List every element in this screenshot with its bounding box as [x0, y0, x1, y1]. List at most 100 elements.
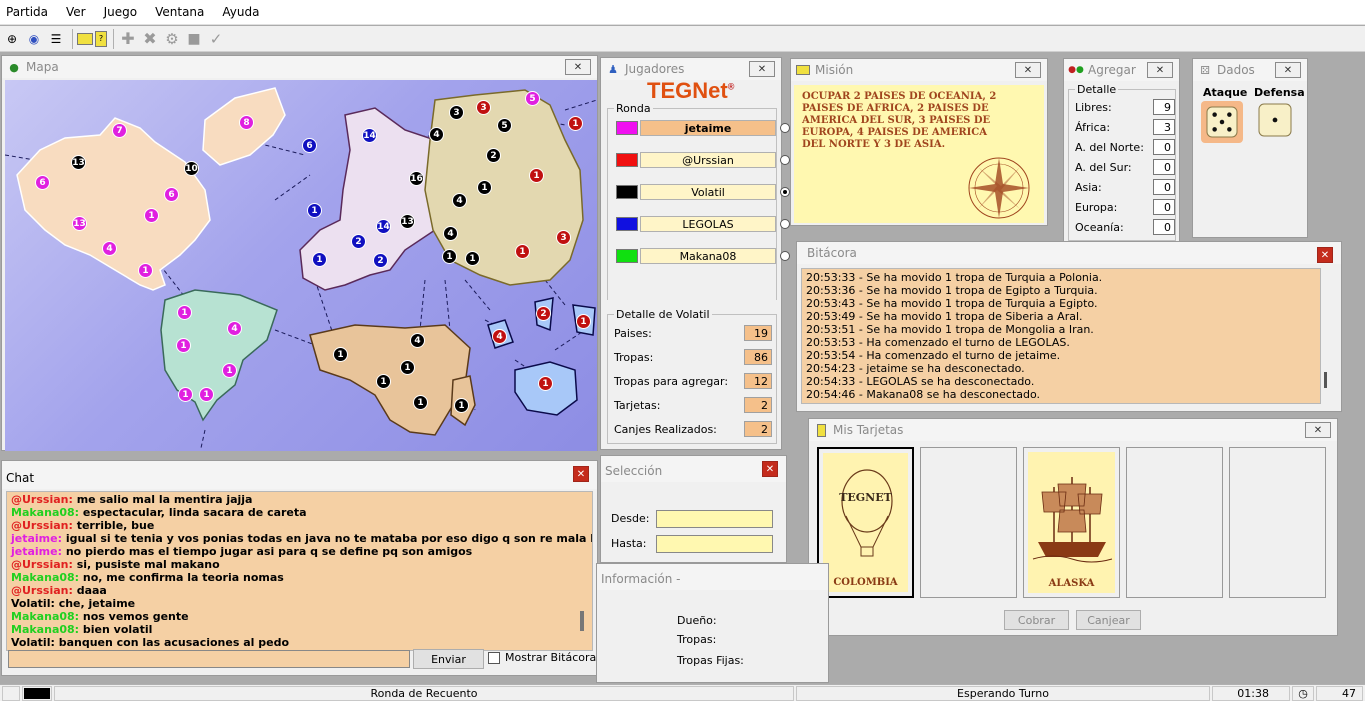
territory-marker[interactable]: 3 — [476, 100, 491, 115]
territory-marker[interactable]: 8 — [239, 115, 254, 130]
territory-marker[interactable]: 3 — [556, 230, 571, 245]
cube-icon[interactable]: ■ — [184, 29, 204, 49]
menu-ver[interactable]: Ver — [64, 5, 88, 19]
country-card[interactable]: ALASKA — [1023, 447, 1120, 598]
territory-marker[interactable]: 13 — [71, 155, 86, 170]
territory-marker[interactable]: 16 — [409, 171, 424, 186]
territory-marker[interactable]: 1 — [515, 244, 530, 259]
player-radio[interactable] — [780, 123, 790, 133]
chat-close-button[interactable]: ✕ — [573, 466, 589, 482]
menu-ventana[interactable]: Ventana — [153, 5, 206, 19]
territory-marker[interactable]: 1 — [376, 374, 391, 389]
player-row[interactable]: @Urssian — [616, 152, 790, 168]
gear-icon[interactable]: ⚙ — [162, 29, 182, 49]
country-card[interactable] — [1229, 447, 1326, 598]
territory-marker[interactable]: 1 — [477, 180, 492, 195]
add-icon[interactable]: ✚ — [118, 29, 138, 49]
territory-marker[interactable]: 2 — [351, 234, 366, 249]
cancel-icon[interactable]: ✖ — [140, 29, 160, 49]
mission-icon[interactable]: ? — [95, 30, 107, 47]
check-icon[interactable]: ✓ — [206, 29, 226, 49]
selection-close-button[interactable]: ✕ — [762, 461, 778, 477]
territory-marker[interactable]: 6 — [35, 175, 50, 190]
territory-marker[interactable]: 1 — [138, 263, 153, 278]
dice-close-button[interactable]: ✕ — [1275, 62, 1301, 78]
connect-icon[interactable]: ⊕ — [2, 29, 22, 49]
territory-marker[interactable]: 4 — [492, 329, 507, 344]
player-radio[interactable] — [780, 219, 790, 229]
territory-marker[interactable]: 1 — [442, 249, 457, 264]
player-row[interactable]: Makana08 — [616, 248, 790, 264]
desde-field[interactable] — [656, 510, 773, 528]
territory-marker[interactable]: 1 — [400, 360, 415, 375]
territory-marker[interactable]: 4 — [443, 226, 458, 241]
menu-partida[interactable]: Partida — [4, 5, 50, 19]
territory-marker[interactable]: 4 — [410, 333, 425, 348]
card-icon[interactable] — [77, 32, 93, 45]
canjear-button[interactable]: Canjear — [1076, 610, 1141, 630]
player-row[interactable]: Volatil — [616, 184, 790, 200]
log-close-button[interactable]: ✕ — [1317, 247, 1333, 263]
player-radio[interactable] — [780, 155, 790, 165]
player-radio[interactable] — [780, 187, 790, 197]
menu-juego[interactable]: Juego — [102, 5, 140, 19]
territory-marker[interactable]: 1 — [144, 208, 159, 223]
territory-marker[interactable]: 1 — [465, 251, 480, 266]
territory-marker[interactable]: 5 — [497, 118, 512, 133]
territory-marker[interactable]: 3 — [449, 105, 464, 120]
map-close-button[interactable]: ✕ — [565, 59, 591, 75]
territory-marker[interactable]: 1 — [568, 116, 583, 131]
country-card[interactable] — [1126, 447, 1223, 598]
territory-marker[interactable]: 1 — [529, 168, 544, 183]
territory-marker[interactable]: 1 — [538, 376, 553, 391]
territory-marker[interactable]: 1 — [178, 387, 193, 402]
territory-marker[interactable]: 1 — [454, 398, 469, 413]
log-scrollbar[interactable] — [1324, 372, 1327, 388]
territory-marker[interactable]: 4 — [227, 321, 242, 336]
territory-marker[interactable]: 1 — [222, 363, 237, 378]
chat-scrollbar[interactable] — [580, 611, 584, 631]
country-card[interactable] — [920, 447, 1017, 598]
territory-marker[interactable]: 1 — [333, 347, 348, 362]
cards-close-button[interactable]: ✕ — [1305, 422, 1331, 438]
territory-marker[interactable]: 1 — [576, 314, 591, 329]
territory-marker[interactable]: 1 — [312, 252, 327, 267]
territory-marker[interactable]: 1 — [199, 387, 214, 402]
territory-marker[interactable]: 1 — [177, 305, 192, 320]
territory-marker[interactable]: 6 — [302, 138, 317, 153]
territory-marker[interactable]: 14 — [376, 219, 391, 234]
territory-marker[interactable]: 5 — [525, 91, 540, 106]
cobrar-button[interactable]: Cobrar — [1004, 610, 1069, 630]
show-log-checkbox[interactable] — [488, 652, 500, 664]
territory-marker[interactable]: 1 — [307, 203, 322, 218]
country-card[interactable]: TEGNET COLOMBIA — [817, 447, 914, 598]
territory-marker[interactable]: 4 — [102, 241, 117, 256]
territory-marker[interactable]: 6 — [164, 187, 179, 202]
player-radio[interactable] — [780, 251, 790, 261]
list-icon[interactable]: ☰ — [46, 29, 66, 49]
territory-marker[interactable]: 14 — [362, 128, 377, 143]
player-row[interactable]: LEGOLAS — [616, 216, 790, 232]
territory-marker[interactable]: 10 — [184, 161, 199, 176]
chat-input[interactable] — [8, 650, 410, 668]
territory-marker[interactable]: 13 — [72, 216, 87, 231]
territory-marker[interactable]: 4 — [452, 193, 467, 208]
map-canvas[interactable]: 7 13 6 8 10 6 1 13 4 1 6 14 1 14 2 1 2 16 13 3 3 5 5 4 1 2 1 1 4 4 3 1 1… — [5, 80, 597, 451]
menu-ayuda[interactable]: Ayuda — [220, 5, 261, 19]
add-close-button[interactable]: ✕ — [1147, 62, 1173, 78]
territory-marker[interactable]: 4 — [429, 127, 444, 142]
player-row[interactable]: jetaime — [616, 120, 790, 136]
territory-marker[interactable]: 7 — [112, 123, 127, 138]
territory-marker[interactable]: 1 — [413, 395, 428, 410]
players-close-button[interactable]: ✕ — [749, 61, 775, 77]
territory-marker[interactable]: 2 — [373, 253, 388, 268]
territory-marker[interactable]: 2 — [536, 306, 551, 321]
chat-log[interactable]: @Urssian: me salio mal la mentira jajja M… — [6, 491, 593, 651]
mission-close-button[interactable]: ✕ — [1015, 62, 1041, 78]
globe-icon[interactable]: ◉ — [24, 29, 44, 49]
territory-marker[interactable]: 2 — [486, 148, 501, 163]
send-button[interactable]: Enviar — [413, 649, 484, 669]
log-text[interactable]: 20:53:33 - Se ha movido 1 tropa de Turqu… — [801, 268, 1321, 404]
hasta-field[interactable] — [656, 535, 773, 553]
territory-marker[interactable]: 13 — [400, 214, 415, 229]
